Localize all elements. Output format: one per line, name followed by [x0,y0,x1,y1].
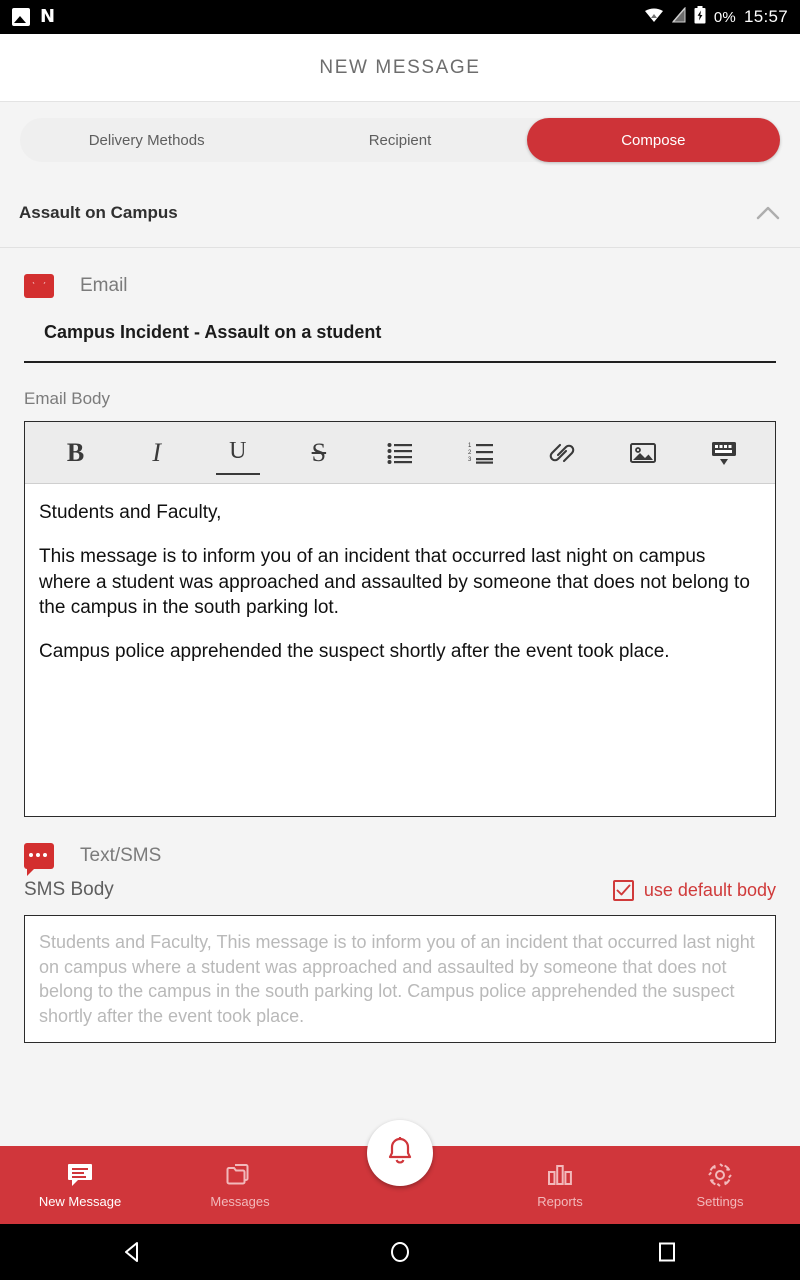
email-body-label: Email Body [24,389,110,408]
email-body-paragraph: Students and Faculty, [39,502,222,523]
email-body-editor: B I U S 1 2 3 Students and Faculty, This… [24,421,776,817]
email-channel-header: Email [0,248,800,308]
chat-bubble-icon [24,843,54,876]
netflix-n-icon: N [40,6,56,27]
nav-label-settings: Settings [696,1193,744,1209]
wifi-icon [644,7,664,28]
status-bar-right-icons: 0% 15:57 [644,5,788,29]
email-subject-wrapper: Campus Incident - Assault on a student [0,308,800,363]
nav-label-messages: Messages [210,1193,270,1209]
title-bar: NEW MESSAGE [0,34,800,102]
battery-percent: 0% [713,8,736,26]
nav-item-settings[interactable]: Settings [640,1162,800,1209]
sms-body-header: SMS Body use default body [0,879,800,901]
editor-toolbar: B I U S 1 2 3 [25,422,775,484]
image-icon[interactable] [621,431,665,475]
nav-label-new-message: New Message [38,1193,122,1209]
nav-label-reports: Reports [537,1193,583,1209]
gear-icon [706,1162,734,1188]
nav-item-new-message[interactable]: New Message [0,1162,160,1209]
tab-recipient[interactable]: Recipient [273,118,526,162]
use-default-body-toggle[interactable]: use default body [612,880,776,901]
section-title: Assault on Campus [19,202,178,222]
sms-body-input[interactable]: Students and Faculty, This message is to… [24,915,776,1043]
use-default-body-label: use default body [643,880,776,900]
bullet-list-icon[interactable] [378,431,422,475]
envelope-icon [24,274,54,298]
svg-text:1: 1 [468,443,472,449]
compose-form: Email Campus Incident - Assault on a stu… [0,248,800,1146]
home-circle-icon[interactable] [370,1232,430,1272]
chevron-up-icon[interactable] [755,205,781,221]
section-header[interactable]: Assault on Campus [0,178,800,248]
email-body-spacer [39,526,761,544]
underline-icon[interactable]: U [215,431,260,475]
app-screen: N 0% 15:57 NEW MESSAGE Delivery Methods … [0,0,800,1280]
hide-keyboard-icon[interactable] [702,431,746,475]
folder-icon [225,1162,255,1188]
page-title: NEW MESSAGE [319,56,481,78]
tab-delivery-methods[interactable]: Delivery Methods [20,118,273,162]
bold-icon[interactable]: B [54,431,98,475]
alerts-fab-button[interactable] [367,1120,433,1186]
battery-charging-icon [694,5,706,29]
tab-compose[interactable]: Compose [526,118,780,162]
email-body-input[interactable]: Students and Faculty, This message is to… [25,484,775,816]
numbered-list-icon[interactable]: 1 2 3 [459,431,503,475]
sms-body-label: SMS Body [24,879,114,900]
bar-chart-icon [545,1162,575,1188]
tab-bar: Delivery Methods Recipient Compose [20,118,780,162]
email-subject-input[interactable]: Campus Incident - Assault on a student [24,308,776,363]
tab-bar-wrapper: Delivery Methods Recipient Compose [0,102,800,178]
photo-icon [12,8,30,26]
email-body-paragraph: This message is to inform you of an inci… [39,545,750,619]
back-triangle-icon[interactable] [103,1232,163,1272]
email-body-spacer [39,621,761,639]
sms-channel-label: Text/SMS [80,845,162,866]
nav-item-messages[interactable]: Messages [160,1162,320,1209]
use-default-body-checkbox[interactable] [612,880,634,901]
clock: 15:57 [743,7,788,26]
recents-square-icon[interactable] [637,1232,697,1272]
android-navigation-bar [0,1224,800,1280]
svg-text:2: 2 [468,450,472,456]
bell-icon [383,1133,417,1174]
nav-item-reports[interactable]: Reports [480,1162,640,1209]
bottom-navigation: New Message Messages Reports Settings [0,1120,800,1224]
sms-body-placeholder: Students and Faculty, This message is to… [39,932,755,1026]
email-channel-label: Email [80,275,128,296]
status-bar-left-icons: N [12,8,55,26]
italic-icon[interactable]: I [135,431,179,475]
email-body-paragraph: Campus police apprehended the suspect sh… [39,641,670,663]
status-bar: N 0% 15:57 [0,0,800,34]
message-icon [66,1162,94,1188]
svg-text:3: 3 [468,457,472,463]
link-icon[interactable] [540,431,584,475]
strikethrough-icon[interactable]: S [297,431,341,475]
signal-off-icon [671,6,686,28]
sms-channel-header: Text/SMS [0,817,800,879]
